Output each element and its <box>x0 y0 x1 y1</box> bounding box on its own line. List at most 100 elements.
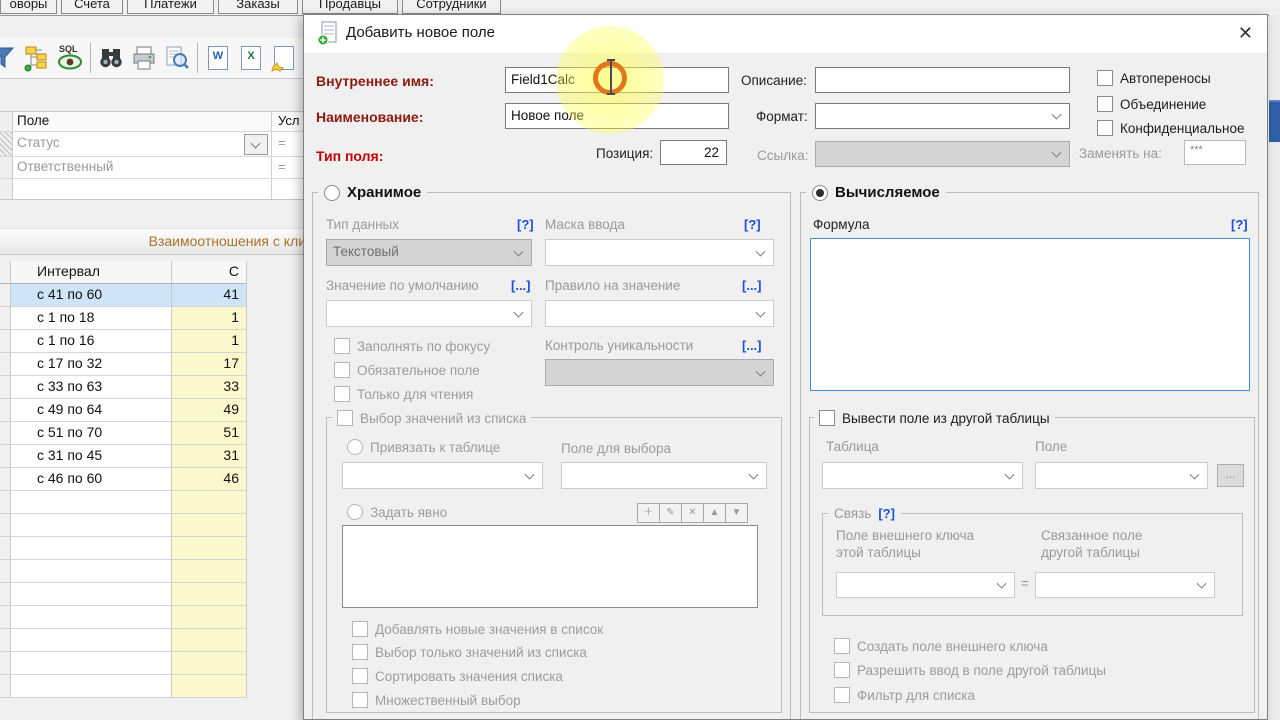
create-fk-checkbox[interactable]: Создать поле внешнего ключа <box>834 638 1048 654</box>
allow-input-other-checkbox[interactable]: Разрешить ввод в поле другой таблицы <box>834 662 1106 678</box>
table-row[interactable]: с 41 по 60 41 <box>0 284 246 307</box>
filter-op-cell[interactable]: = <box>271 132 306 156</box>
data-type-help-link[interactable]: [?] <box>517 217 534 232</box>
add-new-values-checkbox[interactable]: Добавлять новые значения в список <box>352 621 603 637</box>
filter-field-cell[interactable]: Ответственный <box>13 157 271 178</box>
table-row-empty[interactable] <box>0 537 246 560</box>
values-mini-toolbar: ＋ ✎ ✕ ▲ ▼ <box>637 503 748 523</box>
table-row-empty[interactable] <box>0 629 246 652</box>
move-up-button[interactable]: ▲ <box>703 503 726 523</box>
find-icon[interactable] <box>98 44 124 72</box>
table-row-empty[interactable] <box>0 652 246 675</box>
sort-values-checkbox[interactable]: Сортировать значения списка <box>352 668 563 684</box>
calculated-radio[interactable]: Вычисляемое <box>806 184 946 201</box>
relation-help-link[interactable]: [?] <box>878 506 895 521</box>
field-for-choice-combobox[interactable] <box>561 462 767 489</box>
export-word-icon[interactable]: W <box>205 44 231 72</box>
move-down-button[interactable]: ▼ <box>725 503 748 523</box>
table-row[interactable]: с 49 по 64 49 <box>0 399 246 422</box>
required-checkbox[interactable]: Обязательное поле <box>334 362 480 378</box>
stored-radio[interactable]: Хранимое <box>318 184 428 201</box>
add-value-button[interactable]: ＋ <box>637 503 660 523</box>
explicit-values-listbox[interactable] <box>342 525 758 608</box>
list-filter-checkbox[interactable]: Фильтр для списка <box>834 687 975 703</box>
bind-table-radio[interactable]: Привязать к таблице <box>347 439 500 455</box>
uniqueness-more-link[interactable]: [...] <box>742 338 762 353</box>
close-icon[interactable]: ✕ <box>1238 23 1253 44</box>
edit-value-button[interactable]: ✎ <box>659 503 682 523</box>
field-combobox[interactable] <box>1035 462 1208 489</box>
tab-scheta[interactable]: Счета <box>61 0 123 14</box>
table-row[interactable]: с 1 по 18 1 <box>0 307 246 330</box>
input-mask-help-link[interactable]: [?] <box>744 217 761 232</box>
tab-dogovory[interactable]: оворы <box>0 0 57 14</box>
tab-sotrudniki[interactable]: Сотрудники <box>402 0 501 14</box>
value-rule-more-link[interactable]: [...] <box>742 278 762 293</box>
data-type-combobox[interactable]: Текстовый <box>326 239 532 266</box>
explicit-values-radio[interactable]: Задать явно <box>347 504 447 520</box>
table-row[interactable]: с 1 по 16 1 <box>0 330 246 353</box>
checkbox-box <box>334 362 350 378</box>
default-value-more-link[interactable]: [...] <box>511 278 531 293</box>
table-row[interactable]: с 31 по 45 31 <box>0 445 246 468</box>
list-values-checkbox[interactable]: Выбор значений из списка <box>332 410 532 426</box>
export-excel-icon[interactable]: X <box>238 44 264 72</box>
from-other-table-checkbox[interactable]: Вывести поле из другой таблицы <box>814 410 1055 426</box>
table-combobox[interactable] <box>822 462 1023 489</box>
row-header <box>0 468 11 490</box>
replace-with-input[interactable]: *** <box>1184 140 1246 165</box>
table-row-empty[interactable] <box>0 491 246 514</box>
display-name-input[interactable]: Новое поле <box>505 103 729 129</box>
fill-on-focus-checkbox[interactable]: Заполнять по фокусу <box>334 338 490 354</box>
table-row[interactable]: с 17 по 32 17 <box>0 353 246 376</box>
filter-field-cell[interactable]: Статус <box>13 132 271 156</box>
bind-table-combobox[interactable] <box>342 462 543 489</box>
filter-op-cell[interactable] <box>271 179 306 199</box>
tab-platezhi[interactable]: Платежи <box>127 0 214 14</box>
tree-view-icon[interactable] <box>24 44 50 72</box>
print-icon[interactable] <box>131 44 157 72</box>
only-list-values-checkbox[interactable]: Выбор только значений из списка <box>352 644 587 660</box>
table-row-empty[interactable] <box>0 675 246 698</box>
table-row-empty[interactable] <box>0 514 246 537</box>
dropdown-button[interactable] <box>244 134 268 155</box>
formula-textarea[interactable] <box>810 238 1250 391</box>
interval-cell: с 33 по 63 <box>11 376 172 398</box>
input-mask-combobox[interactable] <box>545 239 774 266</box>
interval-cell: с 1 по 18 <box>11 307 172 329</box>
linked-field-combobox[interactable] <box>1035 572 1215 598</box>
filter-icon[interactable] <box>0 44 17 72</box>
c-cell <box>172 629 246 651</box>
tab-zakazy[interactable]: Заказы <box>218 0 298 14</box>
sql-view-icon[interactable]: SQL <box>57 44 83 72</box>
internal-name-input[interactable]: Field1Calc <box>505 67 729 93</box>
export-report-icon[interactable] <box>271 44 297 72</box>
table-row[interactable]: с 51 по 70 51 <box>0 422 246 445</box>
reference-combobox[interactable] <box>815 141 1070 167</box>
fk-field-combobox[interactable] <box>836 572 1015 598</box>
print-preview-icon[interactable] <box>164 44 190 72</box>
table-row[interactable]: с 46 по 60 46 <box>0 468 246 491</box>
format-combobox[interactable] <box>815 103 1070 129</box>
description-input[interactable] <box>815 67 1070 93</box>
value-rule-combobox[interactable] <box>545 300 774 327</box>
table-row-empty[interactable] <box>0 583 246 606</box>
table-row-empty[interactable] <box>0 606 246 629</box>
tab-prodavtsy[interactable]: Продавцы <box>302 0 398 14</box>
merge-checkbox[interactable]: Объединение <box>1097 96 1206 112</box>
table-row-empty[interactable] <box>0 560 246 583</box>
confidential-checkbox[interactable]: Конфиденциальное <box>1097 120 1244 136</box>
position-input[interactable]: 22 <box>660 140 727 165</box>
filter-op-cell[interactable]: = <box>271 157 306 178</box>
default-value-combobox[interactable] <box>326 300 532 327</box>
browse-button[interactable]: ... <box>1217 464 1244 487</box>
filter-field-cell[interactable] <box>13 179 271 199</box>
table-row[interactable]: с 33 по 63 33 <box>0 376 246 399</box>
multi-select-checkbox[interactable]: Множественный выбор <box>352 692 521 708</box>
delete-value-button[interactable]: ✕ <box>681 503 704 523</box>
read-only-checkbox[interactable]: Только для чтения <box>334 386 473 402</box>
auto-wrap-checkbox[interactable]: Автопереносы <box>1097 70 1211 86</box>
uniqueness-combobox[interactable] <box>545 359 774 386</box>
formula-help-link[interactable]: [?] <box>1231 217 1248 232</box>
interval-cell: с 17 по 32 <box>11 353 172 375</box>
